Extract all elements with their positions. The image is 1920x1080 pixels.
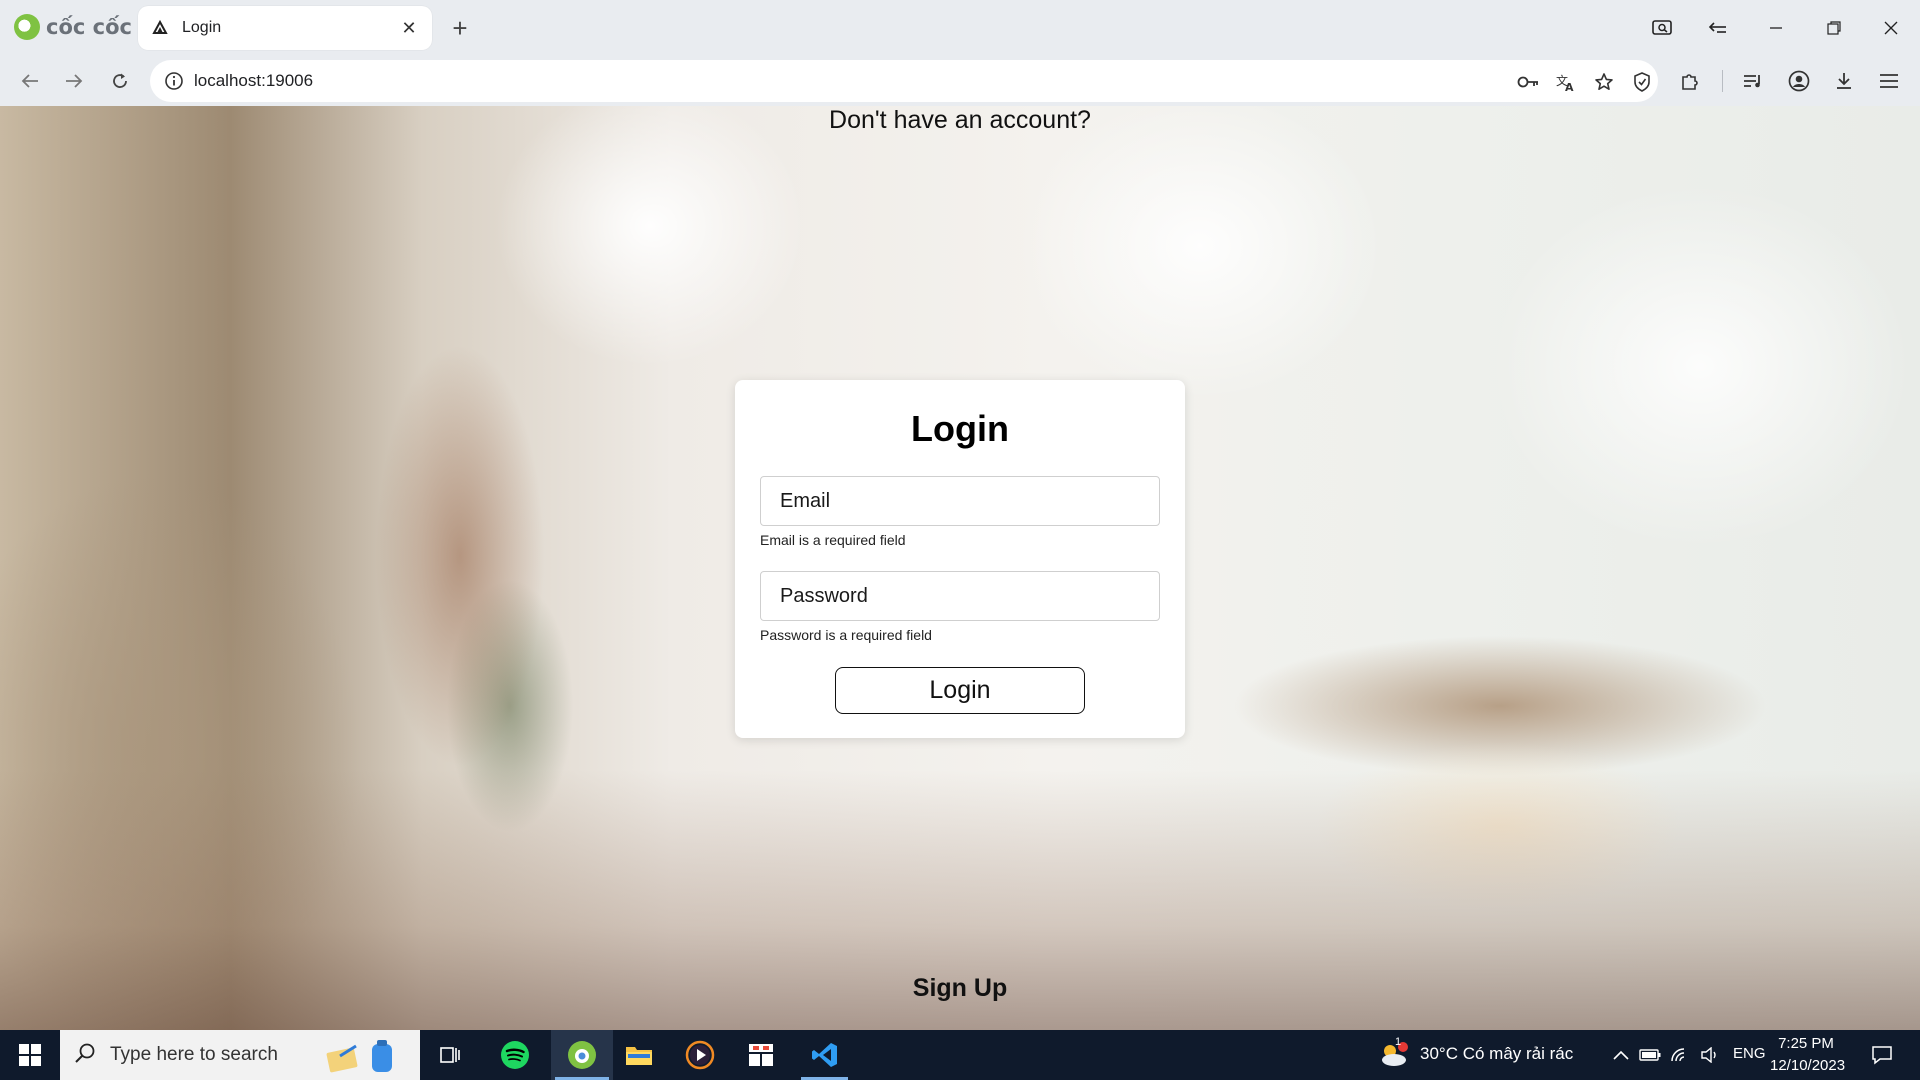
browser-brand[interactable]: cốc cốc — [14, 14, 132, 40]
reload-icon[interactable] — [104, 65, 136, 97]
email-error-text: Email is a required field — [760, 532, 906, 548]
site-info-icon[interactable] — [162, 69, 186, 93]
profile-avatar-icon[interactable] — [1783, 65, 1815, 97]
browser-tab[interactable]: Login ✕ — [138, 6, 432, 50]
login-button[interactable]: Login — [835, 667, 1085, 714]
browser-brand-label: cốc cốc — [46, 15, 132, 39]
signup-prompt: Don't have an account? — [829, 106, 1091, 134]
close-window-icon[interactable] — [1875, 12, 1907, 44]
password-field[interactable] — [760, 571, 1160, 621]
clock-time: 7:25 PM — [1778, 1035, 1834, 1052]
weather-badge: 1 — [1394, 1036, 1402, 1048]
tab-close-icon[interactable]: ✕ — [398, 17, 420, 39]
browser-titlebar: cốc cốc Login ✕ + — [0, 0, 1920, 56]
windows-start-icon[interactable] — [0, 1030, 60, 1080]
search-placeholder: Type here to search — [110, 1044, 278, 1065]
taskbar-search-box[interactable]: Type here to search — [60, 1030, 420, 1080]
task-view-icon[interactable] — [428, 1030, 472, 1080]
login-card: Login Email is a required field Password… — [735, 380, 1185, 738]
adblock-shield-icon[interactable] — [1626, 66, 1658, 98]
wifi-icon[interactable] — [1666, 1030, 1694, 1080]
minimize-window-icon[interactable] — [1760, 12, 1792, 44]
tab-search-icon[interactable] — [1702, 12, 1734, 44]
expo-favicon-icon — [150, 18, 170, 38]
media-queue-icon[interactable] — [1737, 65, 1769, 97]
taskbar-clock[interactable]: 7:25 PM 12/10/2023 — [1770, 1033, 1846, 1077]
show-hidden-icons-icon[interactable] — [1608, 1030, 1634, 1080]
coccoc-taskbar-icon[interactable] — [551, 1030, 613, 1080]
volume-icon[interactable] — [1696, 1030, 1724, 1080]
media-player-icon[interactable] — [675, 1030, 725, 1080]
address-bar[interactable]: localhost:19006 文A — [150, 60, 1658, 102]
tab-title: Login — [182, 19, 222, 36]
search-icon — [74, 1042, 96, 1069]
forward-arrow-icon[interactable] — [58, 65, 90, 97]
back-arrow-icon[interactable] — [14, 65, 46, 97]
signup-link[interactable]: Sign Up — [0, 974, 1920, 1003]
clock-date: 12/10/2023 — [1770, 1057, 1846, 1074]
battery-icon[interactable] — [1636, 1030, 1664, 1080]
spotify-icon[interactable] — [490, 1030, 540, 1080]
browser-toolbar: localhost:19006 文A — [0, 56, 1920, 106]
login-title: Login — [911, 408, 1009, 449]
svg-text:A: A — [1565, 81, 1574, 92]
toolbar-separator — [1722, 70, 1723, 92]
file-explorer-icon[interactable] — [614, 1030, 664, 1080]
snipping-tool-icon[interactable] — [736, 1030, 786, 1080]
screenshot-search-icon[interactable] — [1646, 12, 1678, 44]
vscode-icon[interactable] — [797, 1030, 852, 1080]
address-url[interactable]: localhost:19006 — [194, 71, 313, 91]
bookmark-star-icon[interactable] — [1588, 66, 1620, 98]
restore-window-icon[interactable] — [1818, 12, 1850, 44]
new-tab-button[interactable]: + — [446, 13, 474, 43]
windows-taskbar: Type here to search 1 30°C Có mây rải rá… — [0, 1030, 1920, 1080]
browser-menu-icon[interactable] — [1873, 65, 1905, 97]
email-field[interactable] — [760, 476, 1160, 526]
language-indicator[interactable]: ENG — [1733, 1045, 1766, 1062]
notifications-icon[interactable] — [1862, 1030, 1902, 1080]
translate-icon[interactable]: 文A — [1550, 66, 1582, 98]
coccoc-logo-icon — [14, 14, 40, 40]
page-background: Login Email is a required field Password… — [0, 106, 1920, 1030]
weather-text[interactable]: 30°C Có mây rải rác — [1420, 1044, 1573, 1064]
password-key-icon[interactable] — [1512, 66, 1544, 98]
search-highlight-icon — [322, 1038, 408, 1079]
password-error-text: Password is a required field — [760, 627, 932, 643]
extensions-puzzle-icon[interactable] — [1674, 65, 1706, 97]
downloads-icon[interactable] — [1828, 65, 1860, 97]
